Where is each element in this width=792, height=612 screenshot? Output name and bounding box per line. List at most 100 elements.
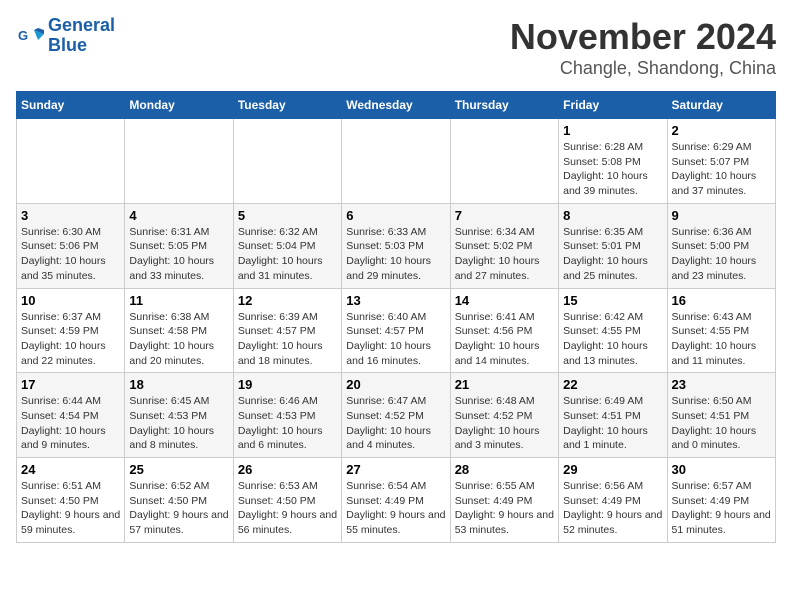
calendar-cell bbox=[17, 119, 125, 204]
calendar-header-row: SundayMondayTuesdayWednesdayThursdayFrid… bbox=[17, 92, 776, 119]
calendar-cell: 23 Sunrise: 6:50 AMSunset: 4:51 PMDayligh… bbox=[667, 373, 775, 458]
calendar-cell: 18Sunrise: 6:45 AMSunset: 4:53 PMDayligh… bbox=[125, 373, 233, 458]
logo-text: General Blue bbox=[48, 16, 115, 56]
day-info: Sunrise: 6:42 AMSunset: 4:55 PMDaylight:… bbox=[563, 310, 662, 369]
day-number: 11 bbox=[129, 293, 228, 308]
day-info: Sunrise: 6:28 AMSunset: 5:08 PMDaylight:… bbox=[563, 140, 662, 199]
day-info: Sunrise: 6:54 AMSunset: 4:49 PMDaylight:… bbox=[346, 479, 445, 538]
day-info: Sunrise: 6:52 AMSunset: 4:50 PMDaylight:… bbox=[129, 479, 228, 538]
day-number: 25 bbox=[129, 462, 228, 477]
calendar-cell: 30 Sunrise: 6:57 AMSunset: 4:49 PMDayligh… bbox=[667, 458, 775, 543]
title-area: November 2024 Changle, Shandong, China bbox=[510, 16, 776, 79]
calendar-cell: 14Sunrise: 6:41 AMSunset: 4:56 PMDayligh… bbox=[450, 288, 558, 373]
day-number: 17 bbox=[21, 377, 120, 392]
day-number: 29 bbox=[563, 462, 662, 477]
day-info: Sunrise: 6:34 AMSunset: 5:02 PMDaylight:… bbox=[455, 225, 554, 284]
day-number: 5 bbox=[238, 208, 337, 223]
calendar-header-sunday: Sunday bbox=[17, 92, 125, 119]
day-number: 23 bbox=[672, 377, 771, 392]
day-number: 20 bbox=[346, 377, 445, 392]
calendar-cell: 12 Sunrise: 6:39 AMSunset: 4:57 PMDayligh… bbox=[233, 288, 341, 373]
calendar-cell: 11 Sunrise: 6:38 AMSunset: 4:58 PMDayligh… bbox=[125, 288, 233, 373]
calendar-header-thursday: Thursday bbox=[450, 92, 558, 119]
month-title: November 2024 bbox=[510, 16, 776, 58]
calendar-cell: 5 Sunrise: 6:32 AMSunset: 5:04 PMDaylight… bbox=[233, 203, 341, 288]
calendar-cell: 28Sunrise: 6:55 AMSunset: 4:49 PMDayligh… bbox=[450, 458, 558, 543]
calendar-week-5: 24 Sunrise: 6:51 AMSunset: 4:50 PMDayligh… bbox=[17, 458, 776, 543]
day-number: 19 bbox=[238, 377, 337, 392]
calendar-cell bbox=[450, 119, 558, 204]
calendar-cell: 10 Sunrise: 6:37 AMSunset: 4:59 PMDayligh… bbox=[17, 288, 125, 373]
day-info: Sunrise: 6:48 AMSunset: 4:52 PMDaylight:… bbox=[455, 394, 554, 453]
calendar-cell: 17 Sunrise: 6:44 AMSunset: 4:54 PMDayligh… bbox=[17, 373, 125, 458]
day-info: Sunrise: 6:40 AMSunset: 4:57 PMDaylight:… bbox=[346, 310, 445, 369]
day-info: Sunrise: 6:30 AMSunset: 5:06 PMDaylight:… bbox=[21, 225, 120, 284]
day-info: Sunrise: 6:39 AMSunset: 4:57 PMDaylight:… bbox=[238, 310, 337, 369]
calendar-cell: 25 Sunrise: 6:52 AMSunset: 4:50 PMDayligh… bbox=[125, 458, 233, 543]
calendar-cell bbox=[125, 119, 233, 204]
day-number: 21 bbox=[455, 377, 554, 392]
day-info: Sunrise: 6:51 AMSunset: 4:50 PMDaylight:… bbox=[21, 479, 120, 538]
calendar-cell: 3 Sunrise: 6:30 AMSunset: 5:06 PMDaylight… bbox=[17, 203, 125, 288]
day-info: Sunrise: 6:38 AMSunset: 4:58 PMDaylight:… bbox=[129, 310, 228, 369]
calendar-cell bbox=[342, 119, 450, 204]
day-number: 10 bbox=[21, 293, 120, 308]
logo-icon: G bbox=[16, 22, 44, 50]
day-info: Sunrise: 6:43 AMSunset: 4:55 PMDaylight:… bbox=[672, 310, 771, 369]
day-number: 26 bbox=[238, 462, 337, 477]
day-number: 3 bbox=[21, 208, 120, 223]
day-number: 12 bbox=[238, 293, 337, 308]
calendar-cell: 21 Sunrise: 6:48 AMSunset: 4:52 PMDayligh… bbox=[450, 373, 558, 458]
calendar-cell: 20 Sunrise: 6:47 AMSunset: 4:52 PMDayligh… bbox=[342, 373, 450, 458]
day-number: 6 bbox=[346, 208, 445, 223]
day-number: 14 bbox=[455, 293, 554, 308]
day-info: Sunrise: 6:44 AMSunset: 4:54 PMDaylight:… bbox=[21, 394, 120, 453]
day-number: 13 bbox=[346, 293, 445, 308]
day-number: 18 bbox=[129, 377, 228, 392]
calendar-cell: 9Sunrise: 6:36 AMSunset: 5:00 PMDaylight… bbox=[667, 203, 775, 288]
calendar-header-friday: Friday bbox=[559, 92, 667, 119]
day-number: 16 bbox=[672, 293, 771, 308]
day-number: 4 bbox=[129, 208, 228, 223]
calendar-week-1: 1 Sunrise: 6:28 AMSunset: 5:08 PMDaylight… bbox=[17, 119, 776, 204]
day-info: Sunrise: 6:47 AMSunset: 4:52 PMDaylight:… bbox=[346, 394, 445, 453]
location-title: Changle, Shandong, China bbox=[510, 58, 776, 79]
day-info: Sunrise: 6:33 AMSunset: 5:03 PMDaylight:… bbox=[346, 225, 445, 284]
calendar-cell: 1 Sunrise: 6:28 AMSunset: 5:08 PMDaylight… bbox=[559, 119, 667, 204]
day-number: 2 bbox=[672, 123, 771, 138]
day-number: 1 bbox=[563, 123, 662, 138]
calendar-cell: 15 Sunrise: 6:42 AMSunset: 4:55 PMDayligh… bbox=[559, 288, 667, 373]
logo-line1: General bbox=[48, 16, 115, 36]
day-info: Sunrise: 6:37 AMSunset: 4:59 PMDaylight:… bbox=[21, 310, 120, 369]
day-number: 24 bbox=[21, 462, 120, 477]
calendar-cell: 6 Sunrise: 6:33 AMSunset: 5:03 PMDaylight… bbox=[342, 203, 450, 288]
calendar-header-tuesday: Tuesday bbox=[233, 92, 341, 119]
day-info: Sunrise: 6:55 AMSunset: 4:49 PMDaylight:… bbox=[455, 479, 554, 538]
day-number: 8 bbox=[563, 208, 662, 223]
calendar-header-wednesday: Wednesday bbox=[342, 92, 450, 119]
day-number: 9 bbox=[672, 208, 771, 223]
logo-line2: Blue bbox=[48, 36, 115, 56]
day-number: 22 bbox=[563, 377, 662, 392]
calendar-header-monday: Monday bbox=[125, 92, 233, 119]
calendar-cell bbox=[233, 119, 341, 204]
calendar-cell: 19 Sunrise: 6:46 AMSunset: 4:53 PMDayligh… bbox=[233, 373, 341, 458]
day-number: 15 bbox=[563, 293, 662, 308]
day-info: Sunrise: 6:57 AMSunset: 4:49 PMDaylight:… bbox=[672, 479, 771, 538]
day-info: Sunrise: 6:46 AMSunset: 4:53 PMDaylight:… bbox=[238, 394, 337, 453]
calendar-cell: 7 Sunrise: 6:34 AMSunset: 5:02 PMDaylight… bbox=[450, 203, 558, 288]
calendar-cell: 13 Sunrise: 6:40 AMSunset: 4:57 PMDayligh… bbox=[342, 288, 450, 373]
calendar-cell: 24 Sunrise: 6:51 AMSunset: 4:50 PMDayligh… bbox=[17, 458, 125, 543]
svg-text:G: G bbox=[18, 28, 28, 43]
day-info: Sunrise: 6:56 AMSunset: 4:49 PMDaylight:… bbox=[563, 479, 662, 538]
day-info: Sunrise: 6:35 AMSunset: 5:01 PMDaylight:… bbox=[563, 225, 662, 284]
day-number: 7 bbox=[455, 208, 554, 223]
calendar-cell: 29 Sunrise: 6:56 AMSunset: 4:49 PMDayligh… bbox=[559, 458, 667, 543]
day-number: 30 bbox=[672, 462, 771, 477]
day-info: Sunrise: 6:53 AMSunset: 4:50 PMDaylight:… bbox=[238, 479, 337, 538]
day-info: Sunrise: 6:50 AMSunset: 4:51 PMDaylight:… bbox=[672, 394, 771, 453]
calendar-cell: 22Sunrise: 6:49 AMSunset: 4:51 PMDayligh… bbox=[559, 373, 667, 458]
day-info: Sunrise: 6:31 AMSunset: 5:05 PMDaylight:… bbox=[129, 225, 228, 284]
calendar-cell: 27Sunrise: 6:54 AMSunset: 4:49 PMDayligh… bbox=[342, 458, 450, 543]
day-info: Sunrise: 6:32 AMSunset: 5:04 PMDaylight:… bbox=[238, 225, 337, 284]
